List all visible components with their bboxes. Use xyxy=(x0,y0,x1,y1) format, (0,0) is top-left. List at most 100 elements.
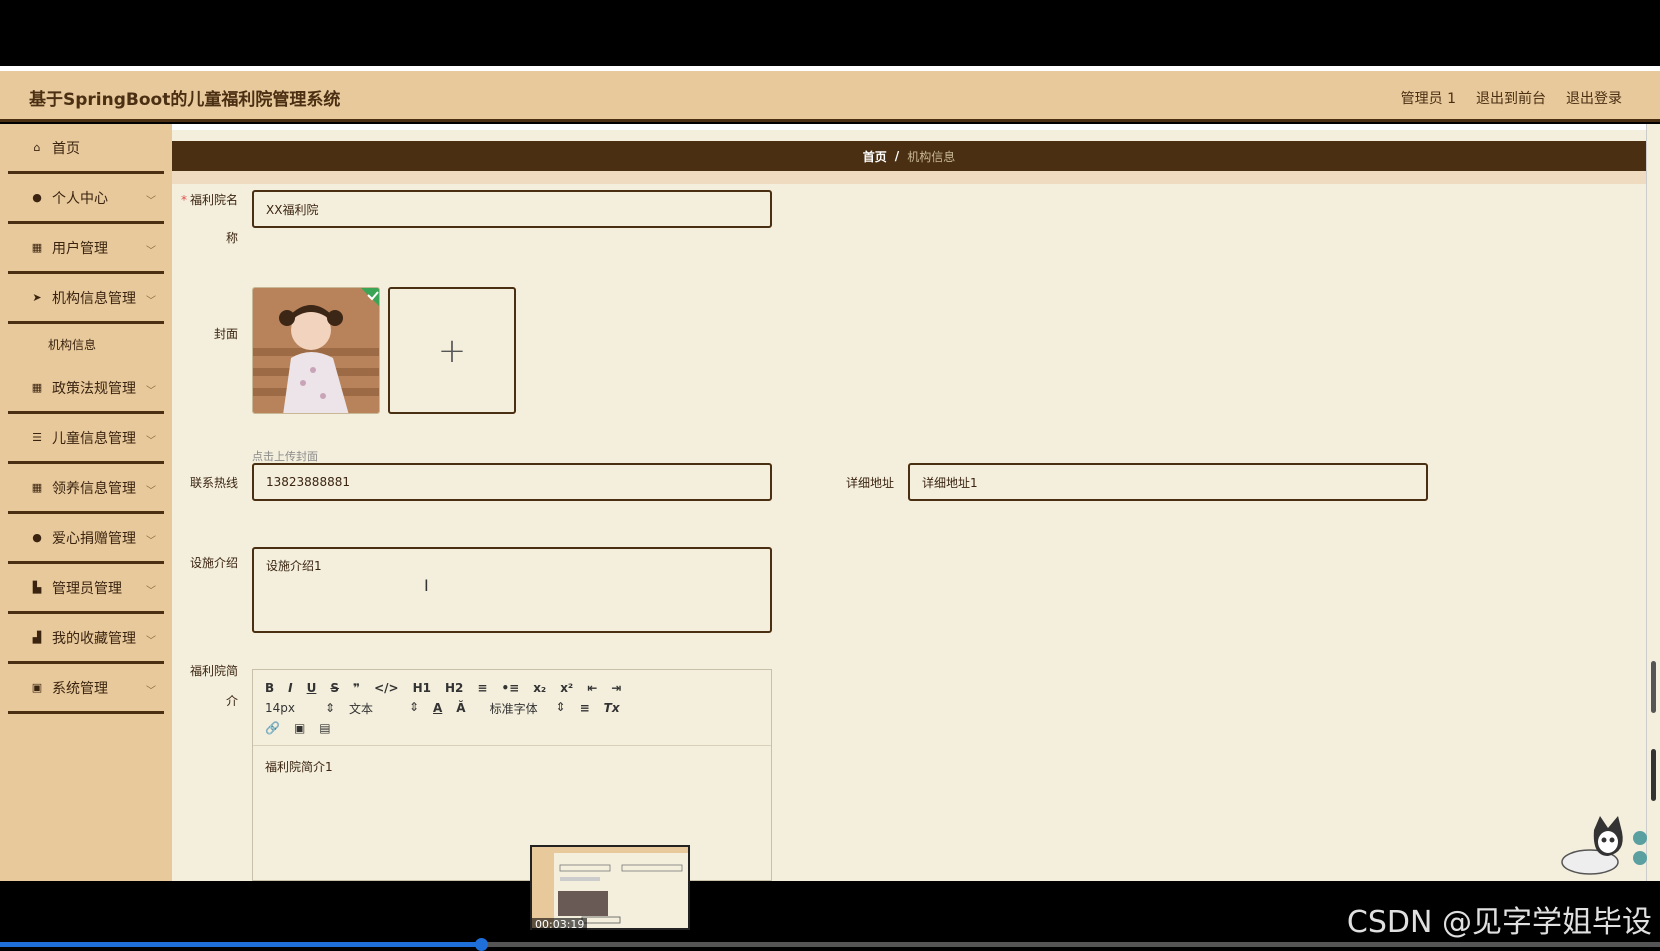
outdent-button[interactable]: ⇤ xyxy=(587,681,597,695)
sidebar-item-label: 管理员管理 xyxy=(52,580,122,597)
ordered-list-button[interactable]: ≡ xyxy=(477,681,487,695)
user-icon: ● xyxy=(32,191,42,204)
scroll-thumb[interactable] xyxy=(1651,661,1656,713)
chevron-down-icon: ﹀ xyxy=(146,296,156,307)
bullet-list-button[interactable]: •≡ xyxy=(501,681,519,695)
blockquote-button[interactable]: ❞ xyxy=(353,681,360,695)
sidebar-subitem-institution-info[interactable]: 机构信息 xyxy=(8,324,164,364)
sidebar-item-label: 儿童信息管理 xyxy=(52,430,136,447)
address-label: 详细地址 xyxy=(845,476,894,490)
sidebar-item-label: 个人中心 xyxy=(52,190,108,207)
phone-label: 联系热线 xyxy=(189,476,238,490)
chevron-down-icon: ﹀ xyxy=(146,536,156,547)
address-field[interactable]: 详细地址1 xyxy=(908,463,1428,501)
sidebar-item-admin-management[interactable]: ▙ 管理员管理 ﹀ xyxy=(8,564,164,614)
app-title: 基于SpringBoot的儿童福利院管理系统 xyxy=(29,90,341,110)
cover-label: 封面 xyxy=(213,327,238,341)
logout-link[interactable]: 退出登录 xyxy=(1566,88,1622,108)
clear-format-icon[interactable]: Tx xyxy=(604,701,620,715)
csdn-watermark: CSDN @见字学姐毕设 xyxy=(1346,905,1652,940)
name-field[interactable]: XX福利院 xyxy=(252,190,772,228)
clipboard-icon: ▣ xyxy=(31,681,43,694)
heading2-button[interactable]: H2 xyxy=(445,681,463,695)
sidebar: ⌂ 首页 ● 个人中心 ﹀ ▦ 用户管理 ﹀ ➤ 机构信息管理 ﹀ 机构信息 ▦… xyxy=(0,124,172,881)
chevron-down-icon: ﹀ xyxy=(146,196,156,207)
phone-field[interactable]: 13823888881 xyxy=(252,463,772,501)
italic-button[interactable]: I xyxy=(288,681,292,695)
font-family-select[interactable]: 标准字体 ⇕ xyxy=(490,700,566,717)
breadcrumb-current: 机构信息 xyxy=(907,149,956,164)
editor-toolbar: B I U S ❞ </> H1 H2 ≡ •≡ x₂ x² ⇤ ⇥ 14px ⇕ xyxy=(253,670,771,746)
breadcrumb-band xyxy=(172,171,1646,184)
background-color-icon[interactable]: Ă xyxy=(456,701,465,715)
sidebar-item-personal-center[interactable]: ● 个人中心 ﹀ xyxy=(8,174,164,224)
sidebar-item-policy-management[interactable]: ▦ 政策法规管理 ﹀ xyxy=(8,364,164,414)
strike-button[interactable]: S xyxy=(330,681,339,695)
font-color-icon[interactable]: A xyxy=(433,701,442,715)
sidebar-item-label: 我的收藏管理 xyxy=(52,630,136,647)
add-cover-button[interactable]: + xyxy=(388,287,516,414)
sidebar-item-user-management[interactable]: ▦ 用户管理 ﹀ xyxy=(8,224,164,274)
chevron-down-icon: ﹀ xyxy=(146,436,156,447)
facility-textarea[interactable]: 设施介绍1 xyxy=(252,547,772,633)
superscript-button[interactable]: x² xyxy=(560,681,573,695)
updown-icon: ⇕ xyxy=(555,699,566,714)
intro-label-cont: 介 xyxy=(225,694,238,708)
code-block-button[interactable]: </> xyxy=(374,681,399,695)
cover-upload-hint: 点击上传封面 xyxy=(252,450,318,463)
sidebar-item-label: 用户管理 xyxy=(52,240,108,257)
sidebar-item-label: 机构信息管理 xyxy=(52,290,136,307)
user-icon: ● xyxy=(32,531,42,544)
underline-button[interactable]: U xyxy=(307,681,317,695)
chevron-down-icon: ﹀ xyxy=(146,246,156,257)
link-icon[interactable]: 🔗 xyxy=(265,721,280,735)
toolbar-row-3: 🔗 ▣ ▤ xyxy=(265,718,759,738)
current-user-label[interactable]: 管理员 1 xyxy=(1401,88,1456,108)
cover-image[interactable] xyxy=(252,287,380,414)
sidebar-item-institution-management[interactable]: ➤ 机构信息管理 ﹀ xyxy=(8,274,164,324)
video-timestamp: 00:03:19 xyxy=(532,918,588,931)
sidebar-item-system-management[interactable]: ▣ 系统管理 ﹀ xyxy=(8,664,164,714)
chevron-down-icon: ﹀ xyxy=(146,686,156,697)
cover-photo xyxy=(253,288,379,413)
block-type-select[interactable]: 文本 ⇕ xyxy=(349,700,419,717)
send-icon: ➤ xyxy=(32,291,42,304)
video-top-band xyxy=(0,0,1660,66)
grid-icon: ▦ xyxy=(31,381,43,394)
align-icon[interactable]: ≡ xyxy=(580,701,590,715)
list-icon: ☰ xyxy=(32,431,42,444)
editor-content[interactable]: 福利院简介1 xyxy=(253,746,771,787)
scrollbar[interactable] xyxy=(1646,124,1660,881)
building-icon: ▙ xyxy=(32,581,42,594)
font-size-select[interactable]: 14px ⇕ xyxy=(265,701,335,715)
bold-button[interactable]: B xyxy=(265,681,274,695)
sidebar-item-label: 领养信息管理 xyxy=(52,480,136,497)
chevron-down-icon: ﹀ xyxy=(146,586,156,597)
screen: 基于SpringBoot的儿童福利院管理系统 管理员 1 退出到前台 退出登录 … xyxy=(0,0,1660,951)
sidebar-item-children-management[interactable]: ☰ 儿童信息管理 ﹀ xyxy=(8,414,164,464)
home-icon: ⌂ xyxy=(33,141,41,154)
breadcrumb: 首页 / 机构信息 xyxy=(172,141,1646,171)
sidebar-item-label: 首页 xyxy=(52,140,80,157)
sidebar-item-adoption-management[interactable]: ▦ 领养信息管理 ﹀ xyxy=(8,464,164,514)
text-cursor-icon: I xyxy=(424,576,429,595)
facility-label: 设施介绍 xyxy=(189,556,238,570)
updown-icon: ⇕ xyxy=(408,699,419,714)
subscript-button[interactable]: x₂ xyxy=(533,681,546,695)
sidebar-item-favorites-management[interactable]: ▟ 我的收藏管理 ﹀ xyxy=(8,614,164,664)
breadcrumb-home[interactable]: 首页 xyxy=(863,148,887,165)
grid-icon: ▦ xyxy=(31,481,43,494)
video-icon[interactable]: ▤ xyxy=(319,721,330,735)
scroll-thumb-secondary[interactable] xyxy=(1651,749,1656,801)
app-header: 基于SpringBoot的儿童福利院管理系统 管理员 1 退出到前台 退出登录 xyxy=(0,71,1660,122)
chevron-down-icon: ﹀ xyxy=(146,386,156,397)
chevron-down-icon: ﹀ xyxy=(146,636,156,647)
sidebar-item-donation-management[interactable]: ● 爱心捐赠管理 ﹀ xyxy=(8,514,164,564)
heading1-button[interactable]: H1 xyxy=(413,681,431,695)
image-icon[interactable]: ▣ xyxy=(294,721,305,735)
exit-to-front-link[interactable]: 退出到前台 xyxy=(1476,88,1546,108)
name-label: * 福利院名 xyxy=(180,193,238,207)
sidebar-item-home[interactable]: ⌂ 首页 xyxy=(8,124,164,174)
indent-button[interactable]: ⇥ xyxy=(611,681,621,695)
main-top-strip xyxy=(172,124,1646,130)
